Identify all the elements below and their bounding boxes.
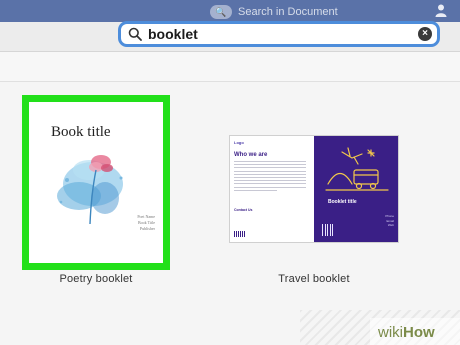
menubar: 🔍 Search in Document <box>0 0 460 22</box>
ghost-search: 🔍 Search in Document <box>210 4 410 20</box>
travel-thumb-meta: Phone Email Web <box>358 214 394 228</box>
wikihow-logo: wikiHow <box>378 324 435 341</box>
template-thumbnail-travel-booklet[interactable]: Logo Who we are Contact Us Booklet title <box>229 135 399 243</box>
travel-thumb-logo: Logo <box>234 140 244 145</box>
poetry-thumb-meta-line: Publisher <box>139 226 155 231</box>
travel-thumb-body-text <box>234 161 306 193</box>
travel-thumb-meta-line: Web <box>387 223 394 227</box>
search-field[interactable]: × <box>118 21 440 47</box>
ghost-search-placeholder: Search in Document <box>238 6 338 18</box>
person-icon[interactable] <box>434 3 448 17</box>
travel-thumb-cover: Booklet title Phone Email Web <box>314 136 398 242</box>
poetry-thumb-title: Book title <box>51 124 111 140</box>
ghost-search-scope-icon: 🔍 <box>210 5 232 19</box>
search-input[interactable] <box>148 26 398 42</box>
template-caption-poetry-booklet[interactable]: Poetry booklet <box>22 273 170 285</box>
wikihow-logo-part2: How <box>403 324 435 341</box>
template-caption-travel-booklet[interactable]: Travel booklet <box>229 273 399 285</box>
travel-thumb-heading: Who we are <box>234 152 268 158</box>
wikihow-logo-part1: wiki <box>378 324 403 341</box>
travel-illustration-icon <box>325 147 389 191</box>
travel-thumb-right-stripes <box>322 224 333 236</box>
travel-thumb-left-stripes <box>234 231 245 237</box>
magnifier-icon <box>128 27 142 41</box>
poetry-thumb-meta: Poet Name Book Title Publisher <box>115 214 155 232</box>
filter-row <box>0 52 460 82</box>
travel-thumb-contact: Contact Us <box>234 208 253 212</box>
clear-icon[interactable]: × <box>418 27 432 41</box>
travel-thumb-title: Booklet title <box>328 199 357 205</box>
travel-thumb-left-page: Logo Who we are Contact Us <box>230 136 314 242</box>
template-thumbnail-poetry-booklet[interactable]: Book title Poet Name Book Title Publishe… <box>22 95 170 270</box>
wikihow-watermark: wikiHow <box>370 318 460 345</box>
